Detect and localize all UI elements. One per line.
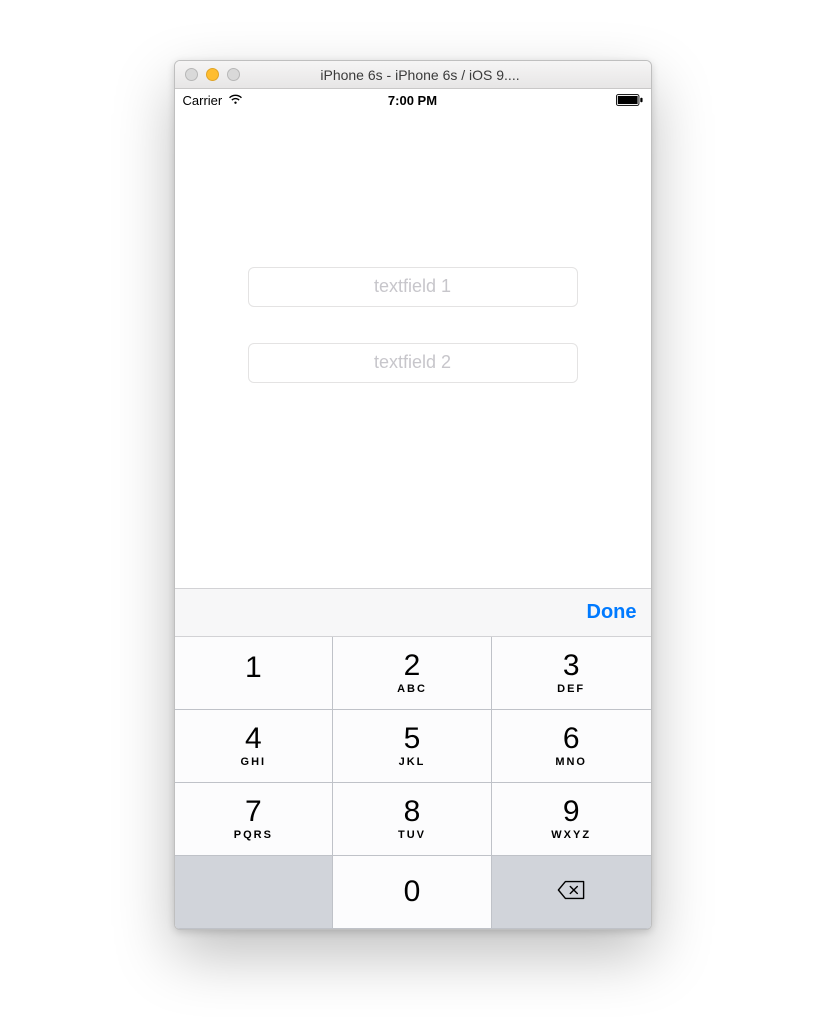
keypad-digit: 4 <box>245 724 262 754</box>
textfield-2[interactable] <box>248 343 578 383</box>
keypad-letters: TUV <box>398 829 426 841</box>
keypad-key-8[interactable]: 8 TUV <box>333 783 492 856</box>
keypad-digit: 6 <box>563 724 580 754</box>
clock-label: 7:00 PM <box>175 93 651 108</box>
keypad-letters: DEF <box>557 683 585 695</box>
simulator-window: iPhone 6s - iPhone 6s / iOS 9.... Carrie… <box>174 60 652 930</box>
keypad-backspace[interactable] <box>492 856 651 929</box>
keypad-letters: WXYZ <box>551 829 591 841</box>
keypad-digit: 8 <box>404 797 421 827</box>
keypad-key-3[interactable]: 3 DEF <box>492 637 651 710</box>
textfield-1[interactable] <box>248 267 578 307</box>
keypad-key-9[interactable]: 9 WXYZ <box>492 783 651 856</box>
keypad-digit: 9 <box>563 797 580 827</box>
keypad-letters: PQRS <box>234 829 273 841</box>
status-bar: Carrier 7:00 PM <box>175 89 651 111</box>
keypad-digit: 1 <box>245 653 262 683</box>
keypad-key-6[interactable]: 6 MNO <box>492 710 651 783</box>
keypad-digit: 3 <box>563 651 580 681</box>
window-title: iPhone 6s - iPhone 6s / iOS 9.... <box>200 67 641 83</box>
keypad-letters: JKL <box>399 756 426 768</box>
done-button[interactable]: Done <box>587 601 637 624</box>
keypad-key-2[interactable]: 2 ABC <box>333 637 492 710</box>
keypad-digit: 0 <box>404 877 421 907</box>
keypad-key-4[interactable]: 4 GHI <box>175 710 334 783</box>
window-titlebar: iPhone 6s - iPhone 6s / iOS 9.... <box>175 61 651 89</box>
keypad-key-0[interactable]: 0 <box>333 856 492 929</box>
keypad-letters: ABC <box>397 683 427 695</box>
keypad-empty <box>175 856 334 929</box>
keypad-key-5[interactable]: 5 JKL <box>333 710 492 783</box>
keypad-key-7[interactable]: 7 PQRS <box>175 783 334 856</box>
keypad-digit: 5 <box>404 724 421 754</box>
ios-screen: Carrier 7:00 PM <box>175 89 651 929</box>
keypad-digit: 7 <box>245 797 262 827</box>
content-area <box>175 111 651 588</box>
close-window-button[interactable] <box>185 68 198 81</box>
number-pad: 1 2 ABC 3 DEF 4 GHI 5 JKL <box>175 637 651 929</box>
backspace-icon <box>557 880 585 905</box>
keypad-letters: GHI <box>241 756 267 768</box>
keypad-digit: 2 <box>404 651 421 681</box>
keyboard-accessory-bar: Done <box>175 588 651 637</box>
keypad-letters: MNO <box>555 756 587 768</box>
keypad-key-1[interactable]: 1 <box>175 637 334 710</box>
